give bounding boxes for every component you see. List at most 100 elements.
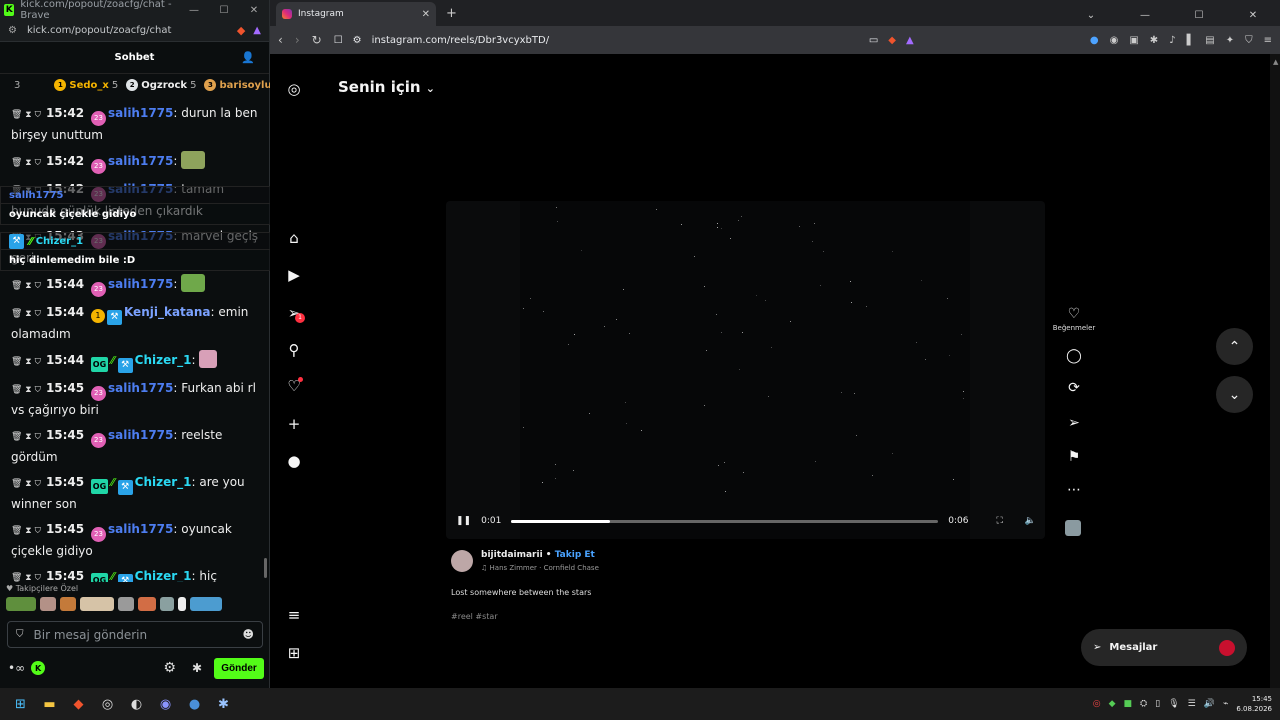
emote-icon[interactable]: [40, 597, 56, 611]
url-text[interactable]: instagram.com/reels/Dbr3vcyxbTD/: [372, 35, 549, 46]
chat-message-input[interactable]: ⛉ Bir mesaj gönderin ☻: [7, 621, 263, 648]
new-tab-icon[interactable]: +: [446, 6, 457, 21]
points-icon[interactable]: •∞: [8, 661, 25, 675]
search-icon[interactable]: ⚲: [285, 341, 303, 359]
emote-icon[interactable]: [6, 597, 36, 611]
reload-icon[interactable]: ↻: [312, 33, 322, 47]
emote-row[interactable]: [6, 597, 236, 613]
moderation-icons[interactable]: 🗑 ⧗ ⛉: [11, 385, 41, 395]
brave-shield-icon[interactable]: ◆: [237, 24, 245, 37]
battery-icon[interactable]: ▯: [1155, 699, 1160, 709]
maximize-icon[interactable]: ☐: [1172, 10, 1226, 21]
leo-icon[interactable]: ✦: [1226, 35, 1234, 46]
chat-settings-icon[interactable]: ⚙: [163, 660, 176, 676]
progress-bar[interactable]: [511, 519, 939, 523]
message-username[interactable]: Chizer_1: [135, 569, 192, 582]
instagram-logo-icon[interactable]: ◎: [285, 80, 303, 98]
share-icon[interactable]: ➢: [1050, 415, 1098, 431]
wallet-icon[interactable]: ▤: [1205, 35, 1214, 46]
file-explorer-icon[interactable]: ▬: [35, 688, 64, 720]
message-username[interactable]: Chizer_1: [135, 353, 192, 367]
moderation-icons[interactable]: 🗑 ⧗ ⛉: [11, 573, 41, 582]
message-username[interactable]: Kenji_katana: [124, 305, 211, 319]
send-button[interactable]: Gönder: [214, 657, 264, 679]
clock[interactable]: 15:45 6.08.2026: [1236, 694, 1272, 714]
emote-icon[interactable]: [60, 597, 76, 611]
volume-icon[interactable]: 🔈: [1025, 516, 1036, 526]
chat-scrollbar[interactable]: [264, 558, 267, 578]
page-scrollbar[interactable]: ▲: [1270, 54, 1280, 688]
next-reel-button[interactable]: ⌄: [1216, 376, 1253, 413]
emote-icon[interactable]: [178, 597, 186, 611]
discord-icon[interactable]: ◉: [151, 688, 180, 720]
emote-icon[interactable]: [80, 597, 114, 611]
fullscreen-icon[interactable]: ⛶: [996, 516, 1002, 526]
back-icon[interactable]: ‹: [278, 33, 283, 47]
message-username[interactable]: Chizer_1: [135, 475, 192, 489]
address-bar[interactable]: ☐ ⚙ instagram.com/reels/Dbr3vcyxbTD/ ▭ ◆…: [334, 29, 914, 51]
tray-icon[interactable]: ◎: [1093, 699, 1101, 709]
leaderboard-item[interactable]: 1 Sedo_x 5: [54, 79, 118, 91]
menu-icon[interactable]: ≡: [1264, 35, 1272, 46]
cast-icon[interactable]: ▭: [869, 35, 878, 46]
leaderboard-item[interactable]: 2 Ogzrock 5: [126, 79, 196, 91]
puzzle-icon[interactable]: ✱: [192, 661, 202, 675]
emote-icon[interactable]: [118, 597, 134, 611]
save-icon[interactable]: ⚑: [1050, 449, 1098, 465]
comment-icon[interactable]: ◯: [1050, 348, 1098, 364]
brave-rewards-icon[interactable]: ▲: [253, 25, 261, 36]
app-icon[interactable]: ●: [180, 688, 209, 720]
home-icon[interactable]: ⌂: [285, 229, 303, 247]
windows-start-icon[interactable]: ⊞: [6, 688, 35, 720]
like-button[interactable]: ♡ Beğenmeler: [1050, 306, 1098, 332]
follow-button[interactable]: Takip Et: [555, 550, 595, 560]
moderation-icons[interactable]: 🗑 ⧗ ⛉: [11, 526, 41, 536]
extension-icon[interactable]: ◉: [1110, 35, 1119, 46]
moderation-icons[interactable]: 🗑 ⧗ ⛉: [11, 357, 41, 367]
bookmark-icon[interactable]: ☐: [334, 35, 343, 46]
minimize-icon[interactable]: —: [179, 5, 209, 16]
create-icon[interactable]: +: [285, 415, 303, 433]
forward-icon[interactable]: ›: [295, 33, 300, 47]
previous-reel-button[interactable]: ⌃: [1216, 328, 1253, 365]
site-settings-icon[interactable]: ⚙: [8, 25, 17, 36]
site-info-icon[interactable]: ⚙: [353, 35, 362, 46]
moderation-icons[interactable]: 🗑 ⧗ ⛉: [11, 432, 41, 442]
feed-selector[interactable]: Senin için ⌄: [338, 78, 435, 96]
app-icon[interactable]: ✱: [209, 688, 238, 720]
moderation-icons[interactable]: 🗑 ⧗ ⛉: [11, 110, 41, 120]
microphone-icon[interactable]: 🎙: [1168, 699, 1179, 709]
reel-video[interactable]: ❚❚ 0:01 0:06 ⛶ 🔈: [446, 201, 1045, 539]
brave-rewards-icon[interactable]: ▲: [906, 35, 914, 46]
more-menu-icon[interactable]: ≡: [285, 606, 303, 624]
maximize-icon[interactable]: ☐: [209, 5, 239, 16]
audio-thumbnail[interactable]: [1065, 520, 1081, 536]
reels-icon[interactable]: ▶: [285, 266, 303, 284]
message-username[interactable]: salih1775: [108, 154, 173, 168]
tray-icon[interactable]: ⌁: [1223, 699, 1228, 709]
close-icon[interactable]: ✕: [1226, 10, 1280, 21]
volume-icon[interactable]: 🔊: [1204, 699, 1215, 709]
apps-icon[interactable]: ⊞: [285, 644, 303, 662]
message-username[interactable]: salih1775: [108, 522, 173, 536]
chat-messages[interactable]: 🗑 ⧗ ⛉ 15:42 23 salih1775: durun la ben bir…: [0, 104, 268, 582]
messages-button[interactable]: ➢ Mesajlar: [1081, 629, 1247, 666]
sidebar-icon[interactable]: ▌: [1187, 35, 1195, 46]
wifi-icon[interactable]: ☰: [1188, 699, 1196, 709]
tray-icon[interactable]: ■: [1124, 699, 1133, 709]
moderation-icons[interactable]: 🗑 ⧗ ⛉: [11, 309, 41, 319]
hashtags[interactable]: #reel #star: [451, 612, 498, 621]
emoji-picker-icon[interactable]: ☻: [243, 628, 254, 641]
tray-icon[interactable]: ⛭: [1140, 699, 1147, 709]
user-settings-icon[interactable]: 👤: [241, 51, 255, 64]
moderation-icons[interactable]: 🗑 ⧗ ⛉: [11, 158, 41, 168]
emote-icon[interactable]: [190, 597, 222, 611]
message-username[interactable]: salih1775: [108, 277, 173, 291]
minimize-icon[interactable]: —: [1118, 10, 1172, 21]
leaderboard-item[interactable]: 3 barisoylu: [204, 79, 272, 91]
brave-taskbar-icon[interactable]: ◆: [64, 688, 93, 720]
avatar[interactable]: [451, 550, 473, 572]
kick-url[interactable]: kick.com/popout/zoacfg/chat: [27, 25, 171, 36]
emote-icon[interactable]: [138, 597, 156, 611]
extensions-puzzle-icon[interactable]: ✱: [1150, 35, 1158, 46]
